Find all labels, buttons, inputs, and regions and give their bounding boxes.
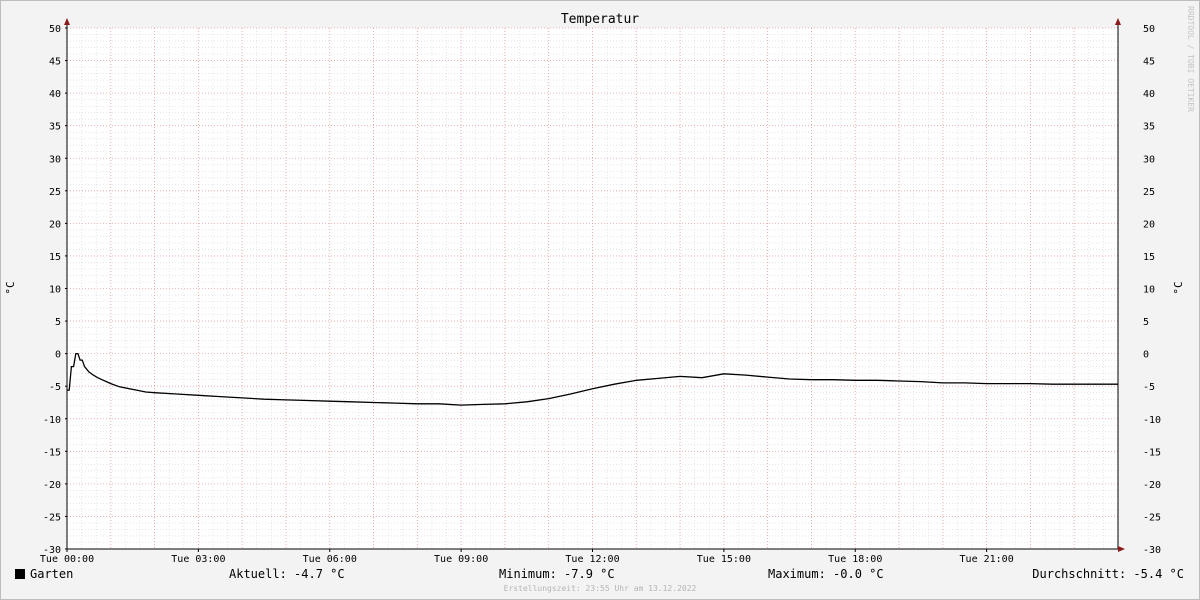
y-tick-label-left: 40 — [49, 89, 61, 100]
y-tick-label-left: 25 — [49, 187, 61, 198]
y-tick-label-left: -15 — [43, 447, 61, 458]
y-tick-label-left: 50 — [49, 24, 61, 35]
y-tick-label-left: 5 — [55, 317, 61, 328]
legend-series-name: Garten — [30, 567, 74, 581]
x-tick-label: Tue 15:00 — [697, 554, 751, 565]
temperature-chart: 50454035302520151050-5-10-15-20-25-30 50… — [4, 12, 1185, 565]
y-tick-label-left: 30 — [49, 154, 61, 165]
y-tick-label-right: 15 — [1143, 252, 1155, 263]
y-tick-label-left: -5 — [49, 382, 61, 393]
y-tick-label-left: 45 — [49, 57, 61, 68]
y-tick-label-right: -5 — [1143, 382, 1155, 393]
x-tick-label: Tue 18:00 — [828, 554, 882, 565]
y-axis-arrow-right — [1115, 18, 1121, 25]
y-tick-label-left: -10 — [43, 415, 61, 426]
y-axis-label-left: °C — [4, 281, 17, 294]
y-axis-right: 50454035302520151050-5-10-15-20-25-30 — [1143, 24, 1161, 556]
y-tick-label-right: 5 — [1143, 317, 1149, 328]
legend-minimum: Minimum: -7.9 °C — [499, 567, 615, 581]
y-tick-label-right: -30 — [1143, 545, 1161, 556]
y-tick-label-right: 20 — [1143, 219, 1155, 230]
legend-swatch — [15, 569, 25, 579]
y-tick-label-left: -25 — [43, 512, 61, 523]
y-tick-label-right: -15 — [1143, 447, 1161, 458]
legend-series: Garten — [15, 567, 73, 581]
y-tick-label-right: 35 — [1143, 122, 1155, 133]
y-tick-label-right: -20 — [1143, 480, 1161, 491]
x-tick-label: Tue 21:00 — [960, 554, 1014, 565]
y-tick-label-left: 20 — [49, 219, 61, 230]
y-tick-label-right: 30 — [1143, 154, 1155, 165]
y-tick-label-left: 35 — [49, 122, 61, 133]
y-tick-label-right: 10 — [1143, 285, 1155, 296]
y-tick-label-left: 10 — [49, 285, 61, 296]
x-axis: Tue 00:00 Tue 03:00 Tue 06:00 Tue 09:00 Tue … — [40, 549, 1014, 565]
y-axis-left: 50454035302520151050-5-10-15-20-25-30 — [43, 24, 67, 556]
y-tick-label-left: -20 — [43, 480, 61, 491]
legend-maximum: Maximum: -0.0 °C — [768, 567, 884, 581]
x-tick-label: Tue 06:00 — [303, 554, 357, 565]
x-axis-arrow — [1118, 546, 1125, 552]
y-tick-label-left: 15 — [49, 252, 61, 263]
y-axis-label-right: °C — [1172, 281, 1185, 294]
y-tick-label-right: 50 — [1143, 24, 1155, 35]
y-tick-label-right: 0 — [1143, 350, 1149, 361]
chart-title: Temperatur — [561, 12, 639, 27]
y-tick-label-left: 0 — [55, 350, 61, 361]
y-axis-arrow-left — [64, 18, 70, 25]
y-tick-label-right: -25 — [1143, 512, 1161, 523]
y-tick-label-right: -10 — [1143, 415, 1161, 426]
x-tick-label: Tue 00:00 — [40, 554, 94, 565]
x-tick-label: Tue 03:00 — [171, 554, 225, 565]
legend-current: Aktuell: -4.7 °C — [229, 567, 345, 581]
x-tick-label: Tue 12:00 — [565, 554, 619, 565]
y-tick-label-right: 45 — [1143, 57, 1155, 68]
legend-average: Durchschnitt: -5.4 °C — [1032, 567, 1184, 581]
watermark: RRDTOOL / TOBI OETIKER — [1186, 6, 1195, 112]
y-tick-label-right: 25 — [1143, 187, 1155, 198]
y-tick-label-right: 40 — [1143, 89, 1155, 100]
footer-timestamp: Erstellungszeit: 23:55 Uhr am 13.12.2022 — [503, 584, 697, 593]
x-tick-label: Tue 09:00 — [434, 554, 488, 565]
